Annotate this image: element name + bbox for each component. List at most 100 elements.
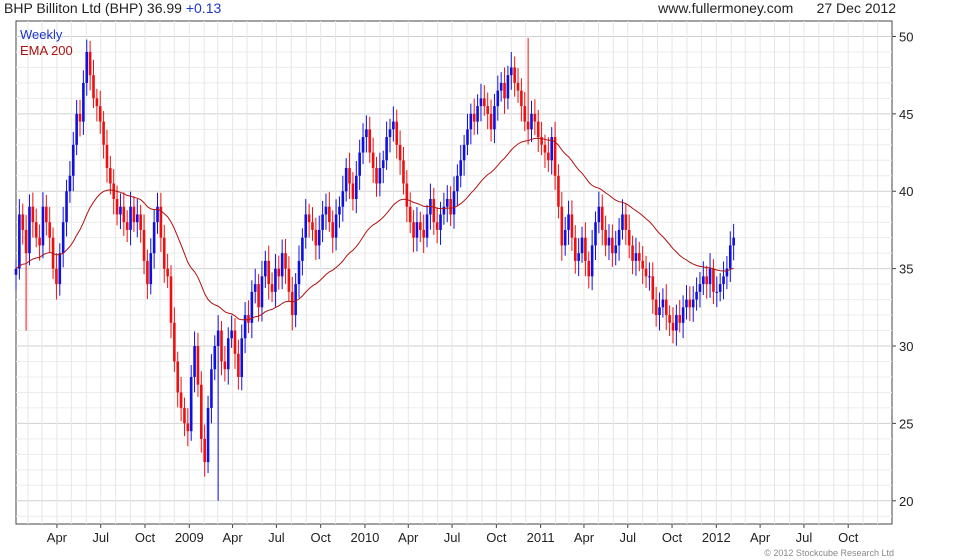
candle-body <box>715 291 719 293</box>
candle-body <box>264 260 267 277</box>
candle-body <box>580 237 584 254</box>
candle-body <box>200 384 203 439</box>
candle-body <box>324 206 328 215</box>
candle-body <box>92 75 95 99</box>
candle-body <box>88 51 92 76</box>
candle-body <box>621 214 624 230</box>
candle-body <box>577 253 580 261</box>
candle-body <box>38 237 41 246</box>
candle-body <box>604 229 607 246</box>
x-tick-label: Oct <box>838 530 859 545</box>
candle-body <box>536 121 540 138</box>
candle-body <box>725 268 729 277</box>
candle-body <box>415 222 419 238</box>
candle-body <box>280 253 284 277</box>
candle-body <box>439 214 442 230</box>
candle-body <box>257 284 260 308</box>
x-tick-label: Apr <box>398 530 419 545</box>
candle-body <box>95 98 99 107</box>
candle-body <box>614 245 618 254</box>
candle-body <box>435 222 439 230</box>
candle-body <box>31 206 35 223</box>
candle-body <box>61 222 65 254</box>
candle-body <box>210 369 213 408</box>
y-tick-label: 20 <box>899 494 913 509</box>
candle-body <box>631 245 634 261</box>
candle-body <box>314 229 318 246</box>
candle-body <box>526 121 530 130</box>
x-tick-label: 2011 <box>527 530 555 545</box>
candle-body <box>105 144 109 169</box>
candle-body <box>243 315 247 339</box>
candle-body <box>109 168 112 184</box>
candle-body <box>419 222 422 230</box>
candle-body <box>351 183 355 199</box>
candle-body <box>358 152 361 176</box>
legend-weekly: Weekly <box>20 27 63 42</box>
candle-body <box>338 206 341 215</box>
candle-body <box>573 237 577 261</box>
candle-body <box>216 330 220 347</box>
candle-body <box>425 214 429 238</box>
candle-body <box>378 168 382 184</box>
candle-body <box>728 245 732 269</box>
candle-body <box>489 113 493 130</box>
candle-body <box>408 206 412 223</box>
candle-body <box>520 90 523 107</box>
candle-body <box>506 75 510 99</box>
x-tick-label: Jul <box>796 530 813 545</box>
candle-body <box>661 299 665 308</box>
candle-body <box>705 276 708 285</box>
candle-body <box>58 253 62 285</box>
candle-body <box>412 222 415 238</box>
candle-body <box>459 160 463 176</box>
candle-body <box>307 214 311 223</box>
candle-body <box>402 160 405 184</box>
candle-body <box>129 206 132 230</box>
x-tick-label: Oct <box>135 530 156 545</box>
candle-body <box>274 268 277 292</box>
x-tick-label: Jul <box>268 530 285 545</box>
candle-body <box>311 222 314 230</box>
candle-body <box>452 191 456 215</box>
candle-body <box>718 284 722 292</box>
candle-body <box>45 206 48 223</box>
candle-body <box>361 137 365 153</box>
candle-body <box>365 129 368 138</box>
candle-body <box>722 276 725 285</box>
candle-body <box>119 206 122 215</box>
candle-body <box>472 113 476 122</box>
candle-body <box>597 206 601 223</box>
candle-body <box>648 276 651 278</box>
candle-body <box>149 253 153 285</box>
candle-body <box>183 407 186 424</box>
candle-body <box>547 152 550 161</box>
candle-body <box>78 113 82 122</box>
candle-body <box>476 106 479 122</box>
candle-body <box>354 175 358 199</box>
x-tick-label: Oct <box>486 530 507 545</box>
candle-body <box>479 98 483 107</box>
candle-body <box>270 284 274 292</box>
candle-body <box>644 268 648 277</box>
candle-body <box>68 175 72 192</box>
candle-body <box>304 214 308 238</box>
candle-body <box>671 322 675 331</box>
candle-body <box>240 338 244 377</box>
candle-body <box>557 175 560 207</box>
candle-body <box>469 113 473 130</box>
candle-body <box>732 237 735 246</box>
candle-body <box>496 90 500 107</box>
candle-body <box>503 82 506 99</box>
candle-body <box>41 206 45 246</box>
candle-body <box>21 214 25 230</box>
candle-body <box>543 144 547 153</box>
candle-body <box>695 291 698 300</box>
candle-body <box>499 82 503 91</box>
candle-body <box>75 113 78 145</box>
candle-body <box>226 338 230 370</box>
y-tick-label: 35 <box>899 262 913 277</box>
candle-body <box>375 168 378 184</box>
candle-body <box>98 106 102 122</box>
candle-body <box>301 237 304 261</box>
